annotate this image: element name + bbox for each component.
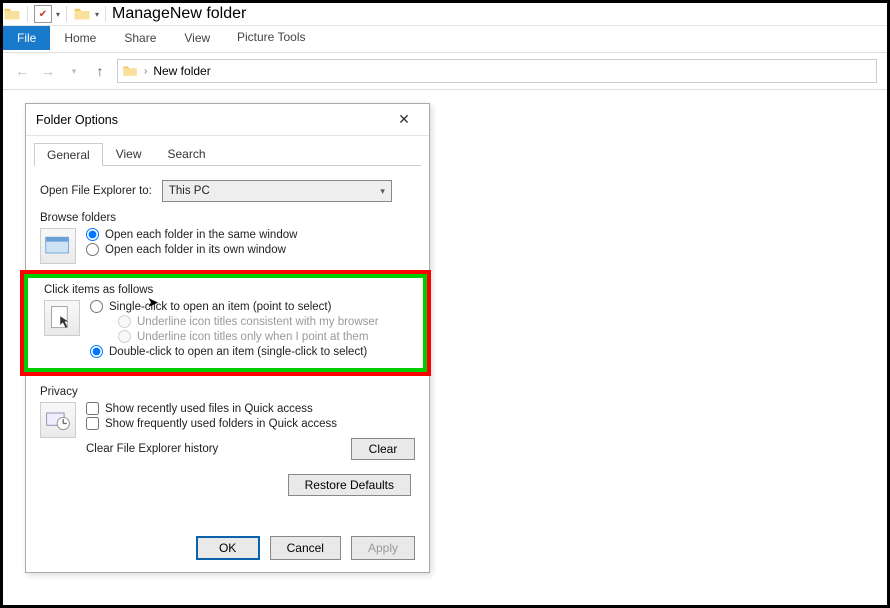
ribbon-contextual-manage[interactable]: Manage <box>112 5 170 23</box>
context-title: New folder <box>170 5 246 23</box>
tab-file[interactable]: File <box>3 26 50 50</box>
qat-dropdown-icon[interactable]: ▾ <box>56 10 60 19</box>
up-icon[interactable]: ↑ <box>91 62 109 80</box>
radio-underline-point-label: Underline icon titles only when I point … <box>137 331 368 343</box>
radio-own-window-input[interactable] <box>86 243 99 256</box>
dialog-titlebar: Folder Options ✕ <box>26 104 429 136</box>
tab-view[interactable]: View <box>103 142 155 165</box>
privacy-title: Privacy <box>40 386 415 398</box>
privacy-icon <box>40 402 76 438</box>
radio-own-window-label: Open each folder in its own window <box>105 244 286 256</box>
radio-underline-always-label: Underline icon titles consistent with my… <box>137 316 379 328</box>
radio-same-window[interactable]: Open each folder in the same window <box>86 228 415 241</box>
dialog-tabs: General View Search <box>34 142 421 166</box>
browse-folders-title: Browse folders <box>40 212 415 224</box>
apply-button[interactable]: Apply <box>351 536 415 560</box>
radio-double-click-input[interactable] <box>90 345 103 358</box>
separator <box>66 6 67 22</box>
forward-icon[interactable]: → <box>39 62 57 80</box>
folder-icon <box>3 5 21 23</box>
radio-underline-always-input <box>118 315 131 328</box>
folder-options-dialog: Folder Options ✕ General View Search Ope… <box>25 103 430 573</box>
folder-icon <box>122 63 138 79</box>
address-segment[interactable]: New folder <box>153 64 210 78</box>
separator <box>27 6 28 22</box>
clear-button[interactable]: Clear <box>351 438 415 460</box>
checkbox-recent-files-label: Show recently used files in Quick access <box>105 403 313 415</box>
back-icon[interactable]: ← <box>13 62 31 80</box>
tab-view[interactable]: View <box>170 26 224 50</box>
click-items-icon <box>44 300 80 336</box>
open-explorer-select[interactable]: This PC ▾ <box>162 180 392 202</box>
tab-home[interactable]: Home <box>50 26 110 50</box>
radio-underline-always: Underline icon titles consistent with my… <box>118 315 411 328</box>
tab-picture-tools[interactable]: Picture Tools <box>223 26 319 48</box>
radio-same-window-label: Open each folder in the same window <box>105 229 297 241</box>
radio-own-window[interactable]: Open each folder in its own window <box>86 243 415 256</box>
dialog-buttons: OK Cancel Apply <box>196 536 415 560</box>
radio-double-click[interactable]: Double-click to open an item (single-cli… <box>90 345 411 358</box>
click-items-title: Click items as follows <box>44 284 411 296</box>
quick-access-toolbar: ✔ ▾ ▾ Manage New folder <box>3 3 887 26</box>
cancel-button[interactable]: Cancel <box>270 536 341 560</box>
checkbox-recent-files-input[interactable] <box>86 402 99 415</box>
nav-row: ← → ▾ ↑ › New folder <box>3 52 887 90</box>
radio-underline-point: Underline icon titles only when I point … <box>118 330 411 343</box>
annotation-highlight-green: Click items as follows Single-click to o… <box>24 274 427 372</box>
chevron-right-icon[interactable]: › <box>144 66 147 77</box>
checkbox-recent-files[interactable]: Show recently used files in Quick access <box>86 402 415 415</box>
open-explorer-label: Open File Explorer to: <box>40 185 152 197</box>
radio-single-click-label: Single-click to open an item (point to s… <box>109 301 331 313</box>
tab-search[interactable]: Search <box>155 142 219 165</box>
recent-dropdown-icon[interactable]: ▾ <box>65 62 83 80</box>
dialog-title: Folder Options <box>36 113 118 127</box>
checkbox-frequent-folders-input[interactable] <box>86 417 99 430</box>
annotation-highlight-red: Click items as follows Single-click to o… <box>20 270 431 376</box>
radio-underline-point-input <box>118 330 131 343</box>
checkbox-icon[interactable]: ✔ <box>34 5 52 23</box>
separator <box>105 6 106 22</box>
folder-icon <box>73 5 91 23</box>
checkbox-frequent-folders[interactable]: Show frequently used folders in Quick ac… <box>86 417 415 430</box>
close-icon[interactable]: ✕ <box>389 108 419 132</box>
address-bar[interactable]: › New folder <box>117 59 877 83</box>
radio-single-click-input[interactable] <box>90 300 103 313</box>
radio-single-click[interactable]: Single-click to open an item (point to s… <box>90 300 411 313</box>
chevron-down-icon: ▾ <box>380 186 385 197</box>
open-explorer-value: This PC <box>169 185 210 197</box>
checkbox-frequent-folders-label: Show frequently used folders in Quick ac… <box>105 418 337 430</box>
ribbon-tabs: File Home Share View Picture Tools <box>3 26 887 50</box>
qat-dropdown-icon[interactable]: ▾ <box>95 10 99 19</box>
browse-folders-icon <box>40 228 76 264</box>
restore-defaults-button[interactable]: Restore Defaults <box>288 474 411 496</box>
ok-button[interactable]: OK <box>196 536 260 560</box>
tab-share[interactable]: Share <box>110 26 170 50</box>
radio-same-window-input[interactable] <box>86 228 99 241</box>
general-pane: Open File Explorer to: This PC ▾ Browse … <box>26 166 429 504</box>
radio-double-click-label: Double-click to open an item (single-cli… <box>109 346 367 358</box>
clear-history-label: Clear File Explorer history <box>86 443 218 455</box>
tab-general[interactable]: General <box>34 143 103 166</box>
